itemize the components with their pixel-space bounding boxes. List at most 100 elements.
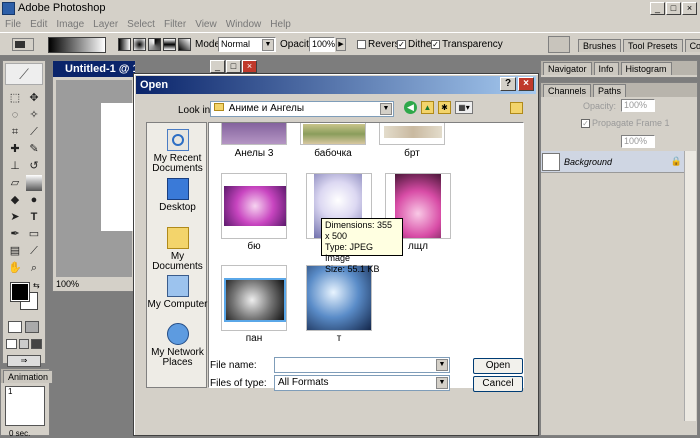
up-folder-icon[interactable]: ▲	[421, 101, 434, 114]
healing-brush-tool-icon[interactable]: ✚	[7, 141, 23, 157]
magic-wand-tool-icon[interactable]: ✧	[26, 107, 42, 123]
linear-gradient-icon[interactable]	[118, 38, 131, 51]
menu-help[interactable]: Help	[270, 19, 291, 30]
marquee-tool-icon[interactable]: ⬚	[7, 90, 23, 106]
files-of-type-select[interactable]: All Formats ▼	[274, 375, 450, 391]
crop-tool-icon[interactable]: ⌗	[7, 124, 23, 140]
menu-file[interactable]: File	[5, 19, 21, 30]
tab-histogram[interactable]: Histogram	[620, 61, 672, 75]
place-my-computer[interactable]: My Computer	[147, 275, 208, 310]
swap-colors-icon[interactable]: ⇆	[33, 281, 40, 290]
clone-stamp-tool-icon[interactable]: ⊥	[7, 158, 23, 174]
opacity-input[interactable]: 100%	[309, 37, 335, 52]
dodge-tool-icon[interactable]: ●	[26, 192, 42, 208]
dither-option[interactable]: ✓ Dither	[397, 39, 435, 50]
file-name-input[interactable]: ▼	[274, 357, 450, 373]
layer-row-background[interactable]: Background 🔒	[541, 151, 686, 173]
document-close-icon[interactable]: ×	[242, 60, 257, 73]
canvas[interactable]	[101, 103, 137, 231]
gradient-tool-icon[interactable]	[26, 175, 42, 191]
dither-checkbox[interactable]: ✓	[397, 40, 406, 49]
photoshop-folder-icon[interactable]	[510, 102, 523, 114]
radial-gradient-icon[interactable]	[133, 38, 146, 51]
pen-tool-icon[interactable]: ✒	[7, 226, 23, 242]
back-icon[interactable]: ◀	[404, 101, 417, 114]
file-thumbnail[interactable]	[379, 123, 445, 145]
eraser-tool-icon[interactable]: ▱	[7, 175, 23, 191]
place-recent-documents[interactable]: My Recent Documents	[147, 129, 208, 174]
shape-tool-icon[interactable]: ▭	[26, 226, 42, 242]
feather-logo-icon[interactable]: ⟋	[5, 63, 43, 85]
transparency-option[interactable]: ✓ Transparency	[431, 39, 503, 50]
menu-select[interactable]: Select	[127, 19, 155, 30]
document-minimize-icon[interactable]: _	[210, 60, 225, 73]
document-maximize-icon[interactable]: □	[226, 60, 241, 73]
animation-frame[interactable]: 1	[5, 386, 45, 426]
standard-screen-mode-icon[interactable]	[6, 339, 17, 349]
menu-layer[interactable]: Layer	[93, 19, 118, 30]
notes-tool-icon[interactable]: ▤	[7, 243, 23, 259]
layers-fill-input[interactable]: 100%	[621, 135, 655, 148]
tab-paths[interactable]: Paths	[593, 83, 627, 97]
full-screen-menu-mode-icon[interactable]	[18, 339, 30, 349]
cancel-button[interactable]: Cancel	[473, 376, 523, 392]
close-icon[interactable]: ×	[682, 2, 697, 15]
angle-gradient-icon[interactable]	[148, 38, 161, 51]
transparency-checkbox[interactable]: ✓	[431, 40, 440, 49]
lasso-tool-icon[interactable]: ◌	[7, 107, 23, 123]
diamond-gradient-icon[interactable]	[178, 38, 191, 51]
propagate-frame-checkbox[interactable]: ✓	[581, 118, 590, 128]
file-thumbnail[interactable]	[300, 123, 366, 145]
open-button[interactable]: Open	[473, 358, 523, 374]
place-desktop[interactable]: Desktop	[147, 178, 208, 213]
tab-comps[interactable]: Comps	[684, 39, 700, 52]
jump-to-imageready-icon[interactable]: ⇒	[7, 355, 41, 367]
standard-mode-icon[interactable]	[8, 321, 22, 333]
place-network-places[interactable]: My Network Places	[147, 323, 208, 368]
file-thumbnail[interactable]	[221, 265, 287, 331]
menu-view[interactable]: View	[195, 19, 217, 30]
reverse-checkbox[interactable]	[357, 40, 366, 49]
layers-opacity-input[interactable]: 100%	[621, 99, 655, 112]
menu-filter[interactable]: Filter	[164, 19, 186, 30]
menu-edit[interactable]: Edit	[30, 19, 47, 30]
dialog-close-icon[interactable]: ×	[518, 77, 534, 91]
new-folder-icon[interactable]: ✱	[438, 101, 451, 114]
brush-tool-icon[interactable]: ✎	[26, 141, 42, 157]
minimize-icon[interactable]: _	[650, 2, 665, 15]
menu-window[interactable]: Window	[226, 19, 262, 30]
history-brush-tool-icon[interactable]: ↺	[26, 158, 42, 174]
blur-tool-icon[interactable]: ◆	[7, 192, 23, 208]
look-in-select[interactable]: Аниме и Ангелы ▼	[210, 101, 394, 117]
opacity-slider-arrow[interactable]: ▶	[336, 38, 346, 51]
tab-animation[interactable]: Animation	[3, 369, 54, 383]
zoom-level[interactable]: 100%	[56, 279, 79, 289]
maximize-icon[interactable]: □	[666, 2, 681, 15]
eyedropper-tool-icon[interactable]: ⟋	[26, 243, 42, 259]
tool-preset-picker[interactable]	[12, 38, 34, 51]
type-tool-icon[interactable]: T	[26, 209, 42, 225]
gradient-picker[interactable]	[48, 37, 106, 53]
full-screen-mode-icon[interactable]	[31, 339, 43, 349]
tab-navigator[interactable]: Navigator	[543, 61, 592, 75]
file-thumbnail[interactable]	[221, 123, 287, 145]
tab-channels[interactable]: Channels	[543, 83, 592, 97]
frame-delay[interactable]: 0 sec.	[9, 429, 49, 438]
layers-scrollbar[interactable]	[684, 151, 696, 421]
place-my-documents[interactable]: My Documents	[147, 227, 208, 272]
hand-tool-icon[interactable]: ✋	[7, 260, 23, 276]
propagate-frame-option[interactable]: ✓ Propagate Frame 1	[581, 118, 670, 128]
tab-tool-presets[interactable]: Tool Presets	[623, 39, 683, 52]
tab-brushes[interactable]: Brushes	[578, 39, 622, 52]
view-menu-icon[interactable]: ▦▾	[455, 101, 473, 114]
tab-info[interactable]: Info	[593, 61, 619, 75]
slice-tool-icon[interactable]: ⟋	[26, 124, 42, 140]
file-thumbnail[interactable]	[221, 173, 287, 239]
path-selection-tool-icon[interactable]: ➤	[7, 209, 23, 225]
zoom-tool-icon[interactable]: ⌕	[26, 260, 42, 276]
move-tool-icon[interactable]: ✥	[26, 90, 42, 106]
menu-image[interactable]: Image	[56, 19, 84, 30]
palette-well-icon[interactable]	[548, 36, 570, 53]
help-icon[interactable]: ?	[500, 77, 516, 91]
quick-mask-mode-icon[interactable]	[25, 321, 39, 333]
